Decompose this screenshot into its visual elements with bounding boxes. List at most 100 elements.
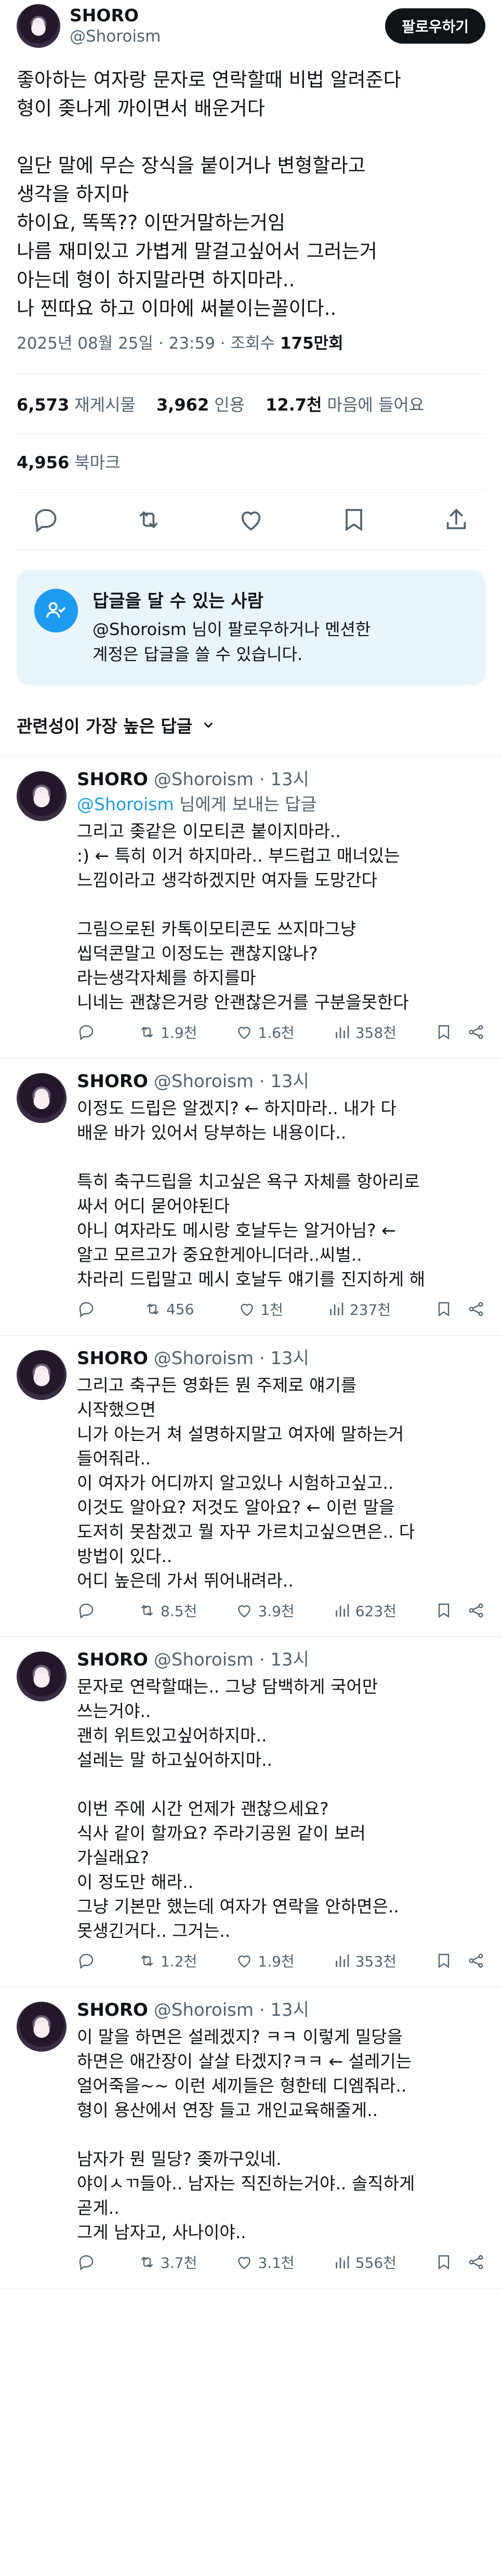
reply-icon — [79, 1302, 94, 1317]
reply-content: SHORO @Shoroism · 13시 문자로 연락할때는.. 그냥 담백하… — [77, 1647, 485, 1981]
share-icon[interactable] — [467, 1951, 485, 1970]
reply-right-actions — [434, 1601, 485, 1620]
reply-to-mention[interactable]: @Shoroism — [77, 794, 174, 814]
reply-retweets-count: 1.9천 — [161, 1024, 197, 1041]
bookmark-icon[interactable] — [434, 1601, 453, 1620]
bookmarks-stat[interactable]: 4,956 북마크 — [17, 434, 485, 489]
bookmarks-count: 4,956 — [17, 453, 70, 472]
sort-label: 관련성이 가장 높은 답글 — [17, 716, 193, 736]
reply-icon — [79, 2255, 94, 2270]
share-icon[interactable] — [467, 1300, 485, 1318]
reply-avatar[interactable] — [17, 2002, 67, 2052]
quotes-stat[interactable]: 3,962 인용 — [156, 392, 245, 416]
stats-row: 6,573 재게시물 3,962 인용 12.7천 마음에 들어요 — [17, 374, 485, 433]
reply-item[interactable]: SHORO @Shoroism · 13시 그리고 축구든 영화든 뭔 주제로 … — [0, 1336, 502, 1637]
reply-handle-time[interactable]: @Shoroism · 13시 — [154, 1348, 309, 1369]
reply-restriction-title: 답글을 달 수 있는 사람 — [93, 591, 263, 612]
bookmark-icon[interactable] — [434, 1951, 453, 1970]
retweet-icon[interactable] — [134, 505, 163, 534]
reply-reply-action[interactable] — [77, 1300, 100, 1318]
reply-avatar[interactable] — [17, 1652, 67, 1701]
reply-retweet-action[interactable]: 456 — [143, 1300, 194, 1318]
share-icon[interactable] — [467, 1023, 485, 1041]
reply-retweets-count: 3.7천 — [161, 2254, 197, 2271]
reply-likes-count: 1천 — [260, 1301, 283, 1318]
reply-text: 이 말을 하면은 설레겠지? ㅋㅋ 이렇게 밀당을 하면은 애간장이 살살 타겠… — [77, 2027, 415, 2242]
reply-actions: 3.7천 3.1천 556천 — [77, 2244, 485, 2283]
retweet-icon — [147, 1303, 159, 1315]
author-handle[interactable]: @Shoroism — [70, 26, 385, 47]
bookmark-icon[interactable] — [339, 505, 368, 534]
reply-retweets-count: 456 — [166, 1300, 194, 1318]
follow-button[interactable]: 팔로우하기 — [385, 8, 485, 44]
reply-retweet-action[interactable]: 1.9천 — [138, 1022, 197, 1042]
reply-item[interactable]: SHORO @Shoroism · 13시 이정도 드립은 알겠지? ← 하지마… — [0, 1059, 502, 1336]
reply-like-action[interactable]: 1천 — [237, 1299, 283, 1319]
reply-reply-action[interactable] — [77, 2253, 100, 2271]
reply-author-name[interactable]: SHORO — [77, 1649, 148, 1670]
reply-views-action[interactable]: 623천 — [333, 1600, 397, 1621]
share-icon[interactable] — [467, 1601, 485, 1620]
like-icon — [238, 1605, 251, 1618]
reply-views-action[interactable]: 358천 — [333, 1022, 397, 1042]
reply-retweet-action[interactable]: 8.5천 — [138, 1600, 197, 1621]
reply-views-action[interactable]: 237천 — [327, 1299, 391, 1319]
reply-to-line: @Shoroism 님에게 보내는 답글 — [77, 792, 485, 817]
reply-handle-time[interactable]: @Shoroism · 13시 — [154, 2000, 309, 2020]
author-name[interactable]: SHORO — [70, 5, 385, 26]
reply-actions: 8.5천 3.9천 623천 — [77, 1593, 485, 1631]
reply-icon[interactable] — [31, 505, 60, 534]
reply-item[interactable]: SHORO @Shoroism · 13시 문자로 연락할때는.. 그냥 담백하… — [0, 1637, 502, 1987]
bookmark-icon[interactable] — [434, 2253, 453, 2271]
reply-like-action[interactable]: 1.6천 — [235, 1022, 295, 1042]
bookmarks-label: 북마크 — [74, 453, 121, 472]
reply-actions: 456 1천 237천 — [77, 1291, 485, 1330]
reply-author-name[interactable]: SHORO — [77, 1348, 148, 1369]
retweet-icon — [141, 1955, 153, 1966]
reply-content: SHORO @Shoroism · 13시 그리고 축구든 영화든 뭔 주제로 … — [77, 1346, 485, 1631]
reply-right-actions — [434, 1300, 485, 1318]
views-icon — [335, 1026, 349, 1038]
share-icon[interactable] — [467, 2253, 485, 2271]
reply-views-count: 353천 — [355, 1953, 397, 1970]
reply-views-action[interactable]: 353천 — [333, 1950, 397, 1971]
reply-like-action[interactable]: 1.9천 — [235, 1950, 295, 1971]
retweets-stat[interactable]: 6,573 재게시물 — [17, 392, 136, 416]
reply-avatar[interactable] — [17, 1073, 67, 1123]
author-names: SHORO @Shoroism — [70, 5, 385, 47]
reply-content: SHORO @Shoroism · 13시 이정도 드립은 알겠지? ← 하지마… — [77, 1069, 485, 1330]
reply-header: SHORO @Shoroism · 13시 — [77, 1346, 485, 1371]
reply-item[interactable]: SHORO @Shoroism · 13시 @Shoroism 님에게 보내는 … — [0, 757, 502, 1059]
reply-header: SHORO @Shoroism · 13시 — [77, 1998, 485, 2023]
reply-reply-action[interactable] — [77, 1601, 100, 1620]
reply-handle-time[interactable]: @Shoroism · 13시 — [154, 769, 309, 790]
reply-right-actions — [434, 1951, 485, 1970]
reply-like-action[interactable]: 3.9천 — [235, 1600, 295, 1621]
bookmark-icon[interactable] — [434, 1023, 453, 1041]
reply-avatar[interactable] — [17, 771, 67, 821]
reply-views-action[interactable]: 556천 — [333, 2252, 397, 2273]
reply-item[interactable]: SHORO @Shoroism · 13시 이 말을 하면은 설레겠지? ㅋㅋ … — [0, 1987, 502, 2289]
likes-stat[interactable]: 12.7천 마음에 들어요 — [266, 392, 424, 416]
retweets-count: 6,573 — [17, 395, 70, 415]
reply-likes-count: 3.9천 — [258, 1603, 295, 1620]
bookmark-icon[interactable] — [434, 1300, 453, 1318]
retweets-label: 재게시물 — [74, 395, 136, 415]
author-avatar[interactable] — [17, 4, 60, 48]
reply-reply-action[interactable] — [77, 1023, 100, 1041]
reply-reply-action[interactable] — [77, 1951, 100, 1970]
reply-handle-time[interactable]: @Shoroism · 13시 — [154, 1649, 309, 1670]
reply-handle-time[interactable]: @Shoroism · 13시 — [154, 1071, 309, 1092]
share-icon[interactable] — [442, 505, 471, 534]
quotes-count: 3,962 — [156, 395, 209, 415]
like-icon[interactable] — [236, 505, 266, 534]
reply-author-name[interactable]: SHORO — [77, 1071, 148, 1092]
reply-avatar[interactable] — [17, 1350, 67, 1400]
reply-like-action[interactable]: 3.1천 — [235, 2252, 295, 2273]
reply-retweet-action[interactable]: 1.2천 — [138, 1950, 197, 1971]
reply-sort-dropdown[interactable]: 관련성이 가장 높은 답글 — [0, 685, 502, 757]
reply-retweet-action[interactable]: 3.7천 — [138, 2252, 197, 2273]
reply-author-name[interactable]: SHORO — [77, 769, 148, 790]
tweet-time[interactable]: 2025년 08월 25일 · 23:59 · 조회수 — [17, 334, 275, 353]
reply-author-name[interactable]: SHORO — [77, 2000, 148, 2020]
